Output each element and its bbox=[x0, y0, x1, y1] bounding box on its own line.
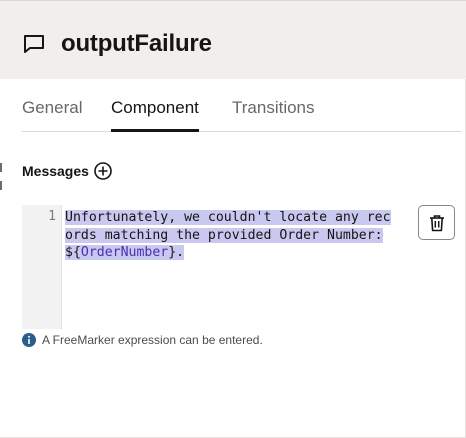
tab-bar: General Component Transitions bbox=[22, 79, 462, 132]
expression-variable: OrderNumber bbox=[80, 245, 169, 260]
properties-panel: outputFailure General Component Transiti… bbox=[0, 0, 466, 438]
tab-general[interactable]: General bbox=[22, 98, 82, 132]
expression-open: ${ bbox=[65, 245, 81, 260]
plus-circle-icon[interactable] bbox=[93, 161, 113, 181]
panel-resize-handle[interactable] bbox=[0, 163, 3, 197]
message-code-editor[interactable]: 1 Unfortunately, we couldn't locate any … bbox=[22, 205, 412, 329]
hint-text: A FreeMarker expression can be entered. bbox=[42, 333, 263, 347]
code-line-2: ords matching the provided Order Number: bbox=[65, 227, 383, 243]
expression-close: }. bbox=[168, 245, 185, 260]
panel-header: outputFailure bbox=[0, 0, 466, 79]
code-line-3: ${OrderNumber}. bbox=[65, 245, 185, 260]
messages-label: Messages bbox=[22, 163, 89, 179]
delete-message-button[interactable] bbox=[418, 205, 455, 240]
speech-bubble-icon bbox=[23, 34, 45, 54]
line-number: 1 bbox=[48, 209, 56, 224]
message-text[interactable]: Unfortunately, we couldn't locate any re… bbox=[65, 209, 412, 262]
tab-transitions[interactable]: Transitions bbox=[232, 98, 315, 132]
page-title: outputFailure bbox=[61, 30, 212, 57]
tab-component[interactable]: Component bbox=[111, 98, 199, 132]
info-icon bbox=[22, 333, 36, 347]
code-line-1: Unfortunately, we couldn't locate any re… bbox=[65, 210, 391, 225]
line-gutter: 1 bbox=[22, 205, 62, 329]
